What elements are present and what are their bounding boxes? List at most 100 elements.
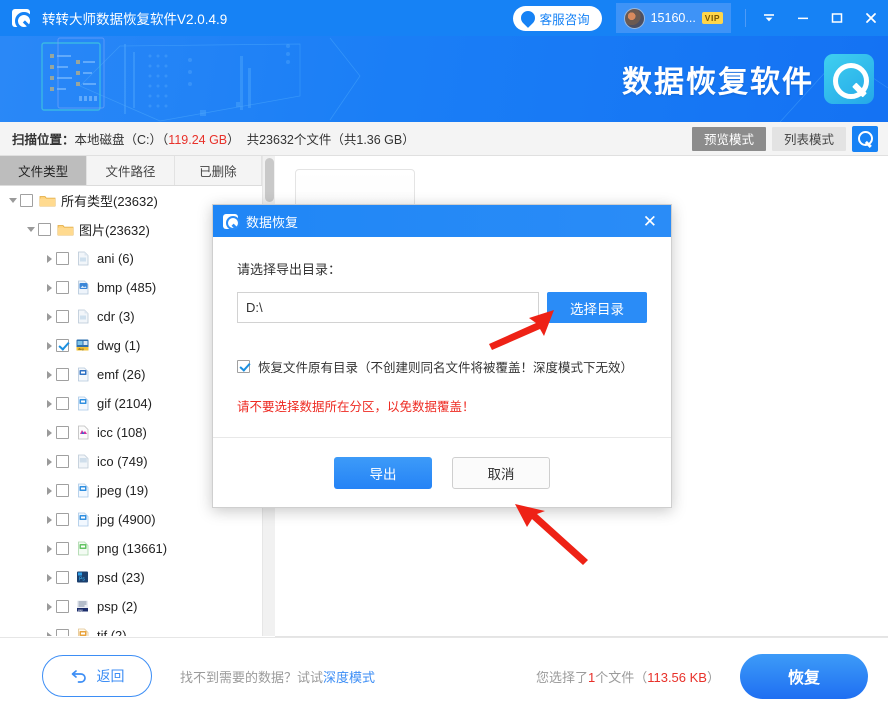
tree-row-label: 图片(23632) (79, 220, 150, 239)
choose-directory-button[interactable]: 选择目录 (547, 292, 647, 323)
view-mode-group: 预览模式 列表模式 (692, 126, 878, 152)
headset-drop-icon (518, 8, 538, 28)
tree-row-checkbox[interactable] (56, 426, 69, 439)
twisty-collapsed-icon[interactable] (42, 429, 56, 437)
preview-mode-button[interactable]: 预览模式 (692, 127, 766, 151)
selection-prefix: 您选择了 (536, 670, 588, 685)
tree-row[interactable]: jpg (4900) (0, 505, 262, 534)
tree-row[interactable]: png (13661) (0, 534, 262, 563)
search-icon[interactable] (852, 126, 878, 152)
tree-row-checkbox[interactable] (56, 542, 69, 555)
tree-row-label: gif (2104) (97, 396, 152, 411)
deep-mode-hint: 找不到需要的数据？试试深度模式 (180, 667, 375, 686)
tree-row-label: cdr (3) (97, 309, 135, 324)
undo-arrow-icon (70, 668, 89, 684)
selection-mid: 个文件（ (595, 670, 647, 685)
tree-row-checkbox[interactable] (56, 455, 69, 468)
file-generic-icon (75, 251, 92, 266)
twisty-collapsed-icon[interactable] (42, 313, 56, 321)
twisty-collapsed-icon[interactable] (42, 545, 56, 553)
dialog-footer: 导出 取消 (213, 437, 671, 507)
customer-support-label: 客服咨询 (540, 9, 590, 28)
tree-row-checkbox[interactable] (38, 223, 51, 236)
tree-row-label: icc (108) (97, 425, 147, 440)
twisty-expanded-icon[interactable] (6, 198, 20, 203)
twisty-expanded-icon[interactable] (24, 227, 38, 232)
dialog-close-icon[interactable]: ✕ (639, 211, 661, 232)
file-ico-icon (75, 454, 92, 469)
tree-row-checkbox[interactable] (56, 310, 69, 323)
selection-suffix: ） (707, 670, 720, 685)
tree-row[interactable]: tif (2) (0, 621, 262, 636)
scan-disk: 本地磁盘（C:） (75, 133, 163, 147)
cancel-button[interactable]: 取消 (452, 457, 550, 489)
twisty-collapsed-icon[interactable] (42, 371, 56, 379)
twisty-collapsed-icon[interactable] (42, 400, 56, 408)
dialog-prompt: 请选择导出目录： (237, 259, 647, 278)
export-path-input[interactable] (237, 292, 539, 323)
scan-file-count: 共23632个文件 (247, 133, 332, 147)
deep-mode-link[interactable]: 深度模式 (323, 670, 375, 685)
twisty-collapsed-icon[interactable] (42, 574, 56, 582)
magnifier-arrow-icon (824, 54, 874, 104)
tree-row-checkbox[interactable] (56, 484, 69, 497)
twisty-collapsed-icon[interactable] (42, 255, 56, 263)
recover-button[interactable]: 恢复 (740, 654, 868, 699)
menu-chevron-icon[interactable] (752, 0, 786, 36)
footer-right-group: 您选择了1个文件（113.56 KB） 恢复 (536, 654, 868, 699)
titlebar-divider (745, 9, 746, 27)
file-jpg-icon (75, 512, 92, 527)
tree-row-checkbox[interactable] (56, 368, 69, 381)
tree-row-label: psd (23) (97, 570, 145, 585)
close-icon[interactable] (854, 0, 888, 36)
tree-row[interactable]: Pspsd (23) (0, 563, 262, 592)
twisty-collapsed-icon[interactable] (42, 342, 56, 350)
export-directory-dialog: 数据恢复 ✕ 请选择导出目录： 选择目录 恢复文件原有目录（不创建则同名文件将被… (212, 204, 672, 508)
twisty-collapsed-icon[interactable] (42, 487, 56, 495)
svg-text:dwg: dwg (78, 347, 84, 351)
keep-structure-checkbox[interactable] (237, 360, 250, 373)
tab-deleted[interactable]: 已删除 (175, 156, 262, 185)
tree-row-checkbox[interactable] (56, 600, 69, 613)
scan-location-text: 扫描位置：本地磁盘（C:）（119.24 GB） 共23632个文件（共1.36… (12, 129, 415, 148)
app-title: 转转大师数据恢复软件V2.0.4.9 (42, 8, 227, 28)
tree-row[interactable]: psppsp (2) (0, 592, 262, 621)
title-bar: 转转大师数据恢复软件V2.0.4.9 客服咨询 15160... VIP (0, 0, 888, 36)
file-png-icon (75, 541, 92, 556)
tree-row-checkbox[interactable] (56, 629, 69, 636)
account-name: 15160... (651, 11, 696, 25)
minimize-icon[interactable] (786, 0, 820, 36)
tab-file-path[interactable]: 文件路径 (87, 156, 174, 185)
tree-row-label: 所有类型(23632) (61, 191, 158, 210)
tree-row-checkbox[interactable] (56, 397, 69, 410)
twisty-collapsed-icon[interactable] (42, 632, 56, 637)
scan-disk-size: 119.24 GB (168, 133, 227, 147)
tree-row-checkbox[interactable] (56, 252, 69, 265)
keep-structure-label: 恢复文件原有目录（不创建则同名文件将被覆盖！深度模式下无效） (258, 357, 633, 376)
tree-row-label: bmp (485) (97, 280, 156, 295)
list-mode-button[interactable]: 列表模式 (772, 127, 846, 151)
maximize-icon[interactable] (820, 0, 854, 36)
twisty-collapsed-icon[interactable] (42, 458, 56, 466)
tree-row-checkbox[interactable] (56, 571, 69, 584)
tree-row-checkbox[interactable] (20, 194, 33, 207)
twisty-collapsed-icon[interactable] (42, 516, 56, 524)
scrollbar-thumb[interactable] (265, 158, 274, 202)
twisty-collapsed-icon[interactable] (42, 284, 56, 292)
scan-paren-close: ） (227, 133, 240, 147)
file-bmp-icon (75, 280, 92, 295)
tab-file-type[interactable]: 文件类型 (0, 156, 87, 185)
account-chip[interactable]: 15160... VIP (616, 3, 731, 33)
tree-row-checkbox[interactable] (56, 513, 69, 526)
tree-row-label: jpeg (19) (97, 483, 148, 498)
folder-icon (39, 193, 56, 208)
twisty-collapsed-icon[interactable] (42, 603, 56, 611)
tree-row-checkbox[interactable] (56, 281, 69, 294)
export-button[interactable]: 导出 (334, 457, 432, 489)
tree-row-label: png (13661) (97, 541, 167, 556)
file-dwg-icon: dwg (75, 338, 92, 353)
app-logo-icon (12, 9, 30, 27)
customer-support-button[interactable]: 客服咨询 (513, 6, 602, 31)
back-button[interactable]: 返回 (42, 655, 152, 697)
tree-row-checkbox[interactable] (56, 339, 69, 352)
